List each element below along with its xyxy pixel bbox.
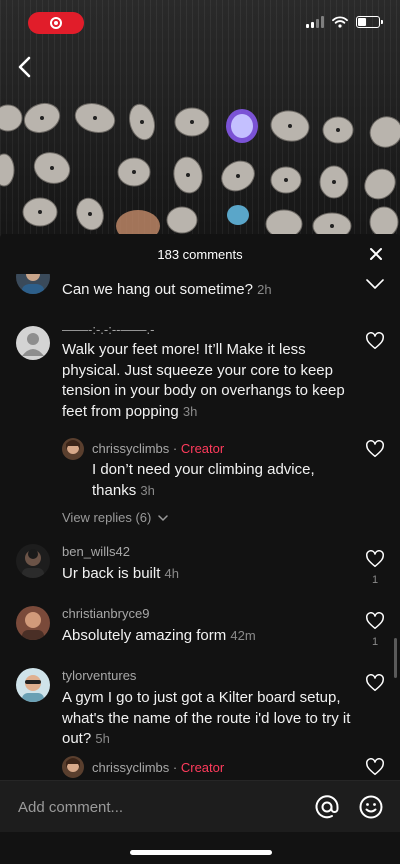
emoji-button[interactable] <box>358 794 384 820</box>
view-replies-label: View replies (6) <box>62 510 152 525</box>
like-button[interactable] <box>364 674 386 697</box>
close-icon <box>370 248 382 260</box>
like-button[interactable] <box>364 758 386 780</box>
comment-username[interactable]: ——-:-.-:--——.- <box>62 322 154 337</box>
comment-item: christianbryce9 Absolutely amazing form … <box>0 604 400 664</box>
like-button[interactable]: 1 <box>364 550 386 586</box>
comment-username[interactable]: tylorventures <box>62 668 136 683</box>
comment-time: 2h <box>257 282 272 297</box>
like-button[interactable] <box>364 332 386 355</box>
back-button[interactable] <box>14 54 36 80</box>
comment-item: Can we hang out sometime? 2h <box>0 274 400 310</box>
like-button[interactable] <box>364 440 386 463</box>
comment-input-bar <box>0 780 400 833</box>
avatar[interactable] <box>62 756 84 778</box>
comments-sheet: 183 comments Can we hang out sometime? 2… <box>0 234 400 864</box>
heart-icon <box>366 440 384 458</box>
heart-icon <box>366 279 384 289</box>
battery-icon <box>356 16 383 28</box>
smiley-icon <box>359 795 383 819</box>
chevron-down-icon <box>158 515 168 522</box>
screen-recording-indicator[interactable] <box>28 12 84 34</box>
status-icons <box>306 16 383 28</box>
like-button[interactable] <box>364 276 386 294</box>
comment-text: Can we hang out sometime? <box>62 281 253 298</box>
wifi-icon <box>332 16 348 28</box>
reply-username-line: chrissyclimbs · Creator <box>92 760 224 775</box>
username-separator: · <box>169 760 181 775</box>
avatar[interactable] <box>16 326 50 360</box>
comment-text: Walk your feet more! It’ll Make it less … <box>62 341 345 420</box>
add-comment-input[interactable] <box>0 781 290 833</box>
like-count: 1 <box>371 636 379 648</box>
like-button[interactable]: 1 <box>364 612 386 648</box>
status-bar <box>0 0 400 44</box>
home-indicator[interactable] <box>130 850 272 855</box>
close-button[interactable] <box>368 246 384 262</box>
signal-icon <box>306 16 324 28</box>
heart-icon <box>366 758 384 776</box>
avatar[interactable] <box>62 438 84 460</box>
reply-body: I don’t need your climbing advice, thank… <box>92 460 332 501</box>
comments-header: 183 comments <box>0 234 400 274</box>
comment-body: Absolutely amazing form 42m <box>62 626 256 647</box>
scrollbar[interactable] <box>394 638 397 678</box>
creator-badge: Creator <box>180 441 225 456</box>
comment-text: Ur back is built <box>62 565 161 582</box>
comment-text: Absolutely amazing form <box>62 627 227 644</box>
avatar[interactable] <box>16 668 50 702</box>
comment-time: 3h <box>182 403 198 419</box>
reply-username[interactable]: chrissyclimbs <box>92 760 169 775</box>
comment-body: Can we hang out sometime? 2h <box>62 280 272 301</box>
comment-count: 183 comments <box>157 246 243 262</box>
comment-username[interactable]: ben_wills42 <box>62 544 130 559</box>
heart-icon <box>366 332 384 350</box>
avatar[interactable] <box>16 544 50 578</box>
like-count: 1 <box>371 574 379 586</box>
chevron-left-icon <box>18 56 31 78</box>
comment-body: Ur back is built 4h <box>62 564 179 585</box>
reply-username[interactable]: chrissyclimbs <box>92 441 169 456</box>
comment-item: ben_wills42 Ur back is built 4h 1 <box>0 542 400 602</box>
comment-body: Walk your feet more! It’ll Make it less … <box>62 340 352 422</box>
view-replies-button[interactable]: View replies (6) <box>62 510 168 525</box>
comment-list[interactable]: Can we hang out sometime? 2h ——-:-.-:--—… <box>0 274 400 780</box>
reply-text: I don’t need your climbing advice, thank… <box>92 461 315 499</box>
heart-icon <box>366 550 384 568</box>
creator-badge: Creator <box>180 760 225 775</box>
record-icon <box>50 17 62 29</box>
reply-item: chrissyclimbs · Creator <box>0 754 400 780</box>
reply-time: 3h <box>140 482 155 498</box>
at-icon <box>315 795 339 819</box>
avatar[interactable] <box>16 274 50 294</box>
heart-icon <box>366 612 384 630</box>
comment-body: A gym I go to just got a Kilter board se… <box>62 688 352 750</box>
comment-time: 5h <box>95 731 110 746</box>
comment-time: 42m <box>230 628 256 643</box>
heart-icon <box>366 674 384 692</box>
mention-button[interactable] <box>314 794 340 820</box>
reply-username-line: chrissyclimbs · Creator <box>92 441 224 456</box>
comment-username[interactable]: christianbryce9 <box>62 606 149 621</box>
username-separator: · <box>169 441 181 456</box>
comment-item: tylorventures A gym I go to just got a K… <box>0 666 400 756</box>
avatar[interactable] <box>16 606 50 640</box>
comment-time: 4h <box>164 566 180 581</box>
reply-item: chrissyclimbs · Creator I don’t need you… <box>0 434 400 510</box>
